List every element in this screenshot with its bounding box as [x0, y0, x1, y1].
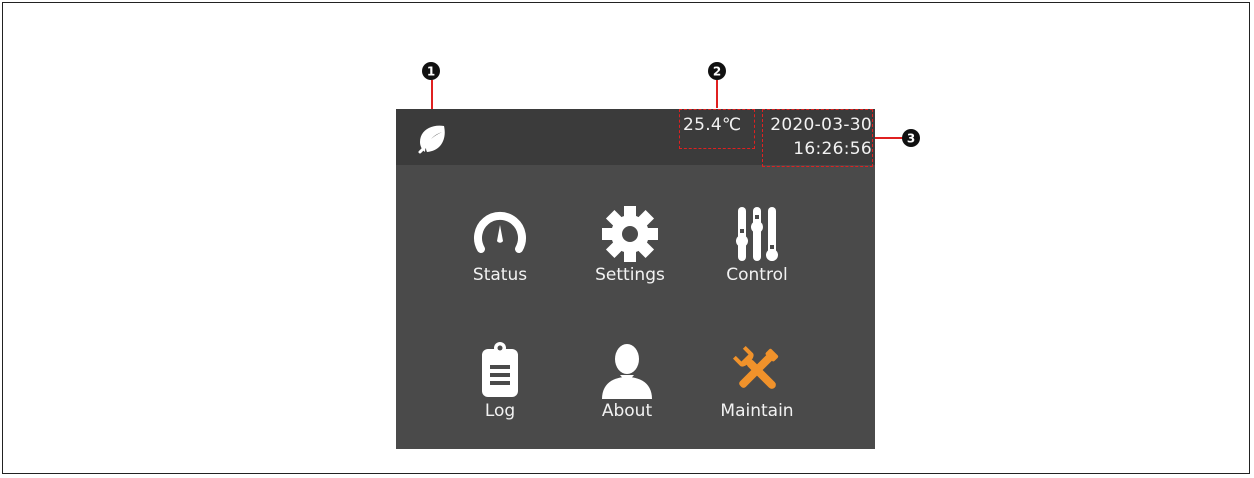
- wrench-screwdriver-icon: [732, 345, 779, 389]
- menu-about-label: About: [601, 401, 653, 421]
- menu-settings-button[interactable]: Settings: [575, 195, 685, 305]
- menu-status-label: Status: [472, 265, 528, 285]
- svg-text:2: 2: [713, 65, 721, 79]
- menu-control-label: Control: [726, 265, 788, 285]
- gauge-icon: [474, 211, 526, 253]
- callout-2-badge: 2: [708, 62, 726, 80]
- callout-1-badge: 1: [422, 62, 440, 80]
- menu-control-button[interactable]: Control: [702, 195, 812, 305]
- menu-maintain-label: Maintain: [720, 401, 794, 421]
- menu-log-label: Log: [484, 401, 516, 421]
- menu-status-button[interactable]: Status: [445, 195, 555, 305]
- menu-settings-label: Settings: [595, 265, 665, 285]
- user-icon: [602, 344, 652, 399]
- menu-about-button[interactable]: About: [572, 331, 682, 441]
- leaf-icon: [418, 125, 445, 154]
- callout-3-badge: 3: [902, 129, 920, 147]
- sliders-icon: [736, 207, 778, 261]
- temperature-highlight: [679, 109, 755, 149]
- datetime-highlight: [762, 109, 873, 167]
- svg-text:1: 1: [427, 65, 435, 79]
- menu-maintain-button[interactable]: Maintain: [702, 331, 812, 441]
- svg-text:3: 3: [907, 132, 915, 146]
- clipboard-icon: [482, 342, 518, 397]
- callout-2-line: [716, 80, 718, 108]
- callout-3-line: [874, 137, 904, 139]
- device-screen: 25.4℃ 2020-03-30 16:26:56 Status Setting…: [396, 109, 875, 449]
- gear-icon: [602, 206, 658, 262]
- callout-1-line: [431, 80, 433, 110]
- menu-log-button[interactable]: Log: [445, 331, 555, 441]
